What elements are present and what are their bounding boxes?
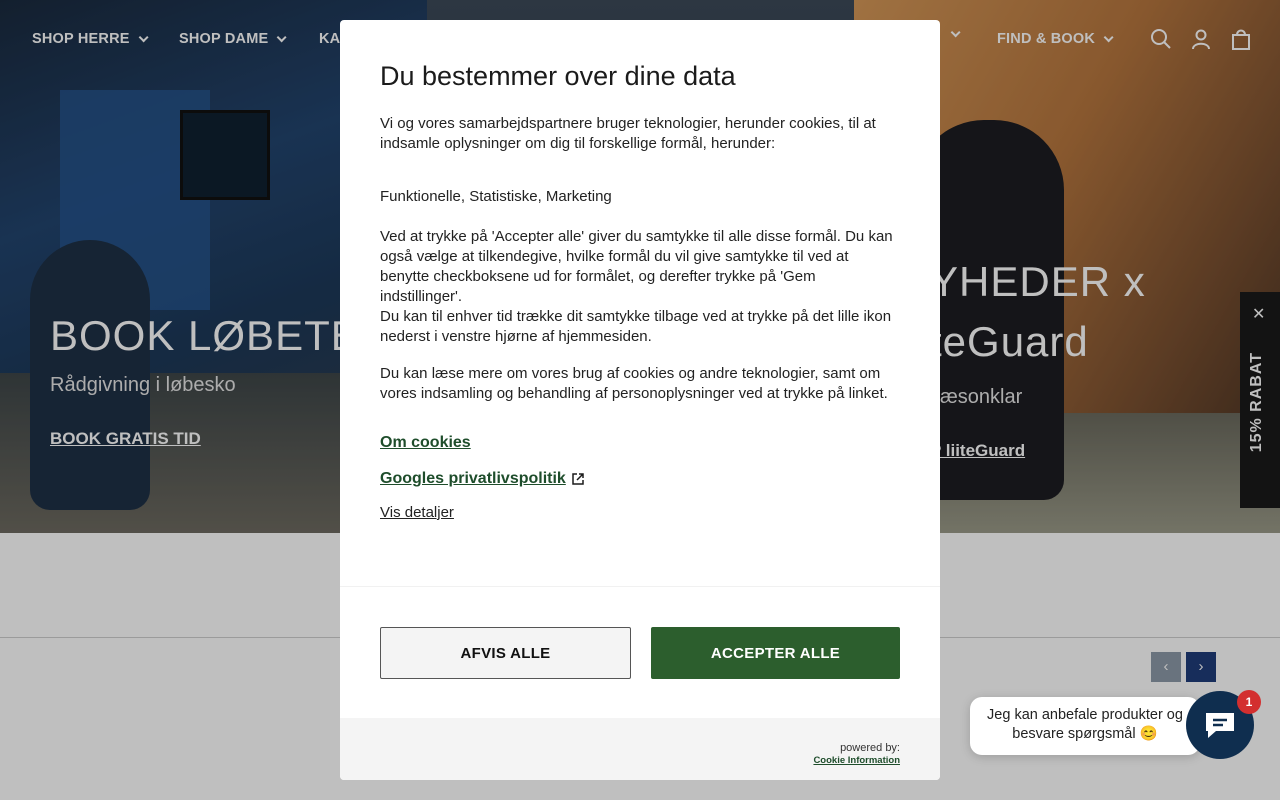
- consent-withdraw-info: Du kan til enhver tid trække dit samtykk…: [380, 308, 892, 345]
- cookie-consent-dialog: Du bestemmer over dine data Vi og vores …: [340, 20, 940, 780]
- consent-purposes: Funktionelle, Statistiske, Marketing: [380, 188, 612, 205]
- consent-actions: AFVIS ALLE ACCEPTER ALLE: [340, 586, 940, 718]
- google-privacy-label: Googles privatlivspolitik: [380, 470, 566, 487]
- consent-more-info: Du kan læse mere om vores brug af cookie…: [380, 365, 888, 402]
- external-link-icon: [572, 473, 584, 485]
- about-cookies-link[interactable]: Om cookies: [380, 434, 900, 452]
- consent-body: Du bestemmer over dine data Vi og vores …: [340, 20, 940, 586]
- chat-icon: [1206, 713, 1234, 738]
- cookie-information-link[interactable]: Cookie Information: [813, 755, 900, 766]
- consent-title: Du bestemmer over dine data: [380, 61, 736, 91]
- accept-all-button[interactable]: ACCEPTER ALLE: [651, 627, 900, 679]
- reject-all-button[interactable]: AFVIS ALLE: [380, 627, 631, 679]
- consent-footer: powered by: Cookie Information: [340, 718, 940, 780]
- consent-intro: Vi og vores samarbejdspartnere bruger te…: [380, 115, 876, 152]
- show-details-link[interactable]: Vis detaljer: [380, 504, 900, 521]
- chat-prompt-bubble[interactable]: Jeg kan anbefale produkter og besvare sp…: [970, 697, 1200, 755]
- powered-by: powered by: Cookie Information: [813, 742, 900, 766]
- chat-notification-badge: 1: [1237, 690, 1261, 714]
- powered-by-label: powered by:: [840, 742, 900, 754]
- google-privacy-link[interactable]: Googles privatlivspolitik: [380, 470, 900, 488]
- consent-accept-info: Ved at trykke på 'Accepter alle' giver d…: [380, 228, 893, 305]
